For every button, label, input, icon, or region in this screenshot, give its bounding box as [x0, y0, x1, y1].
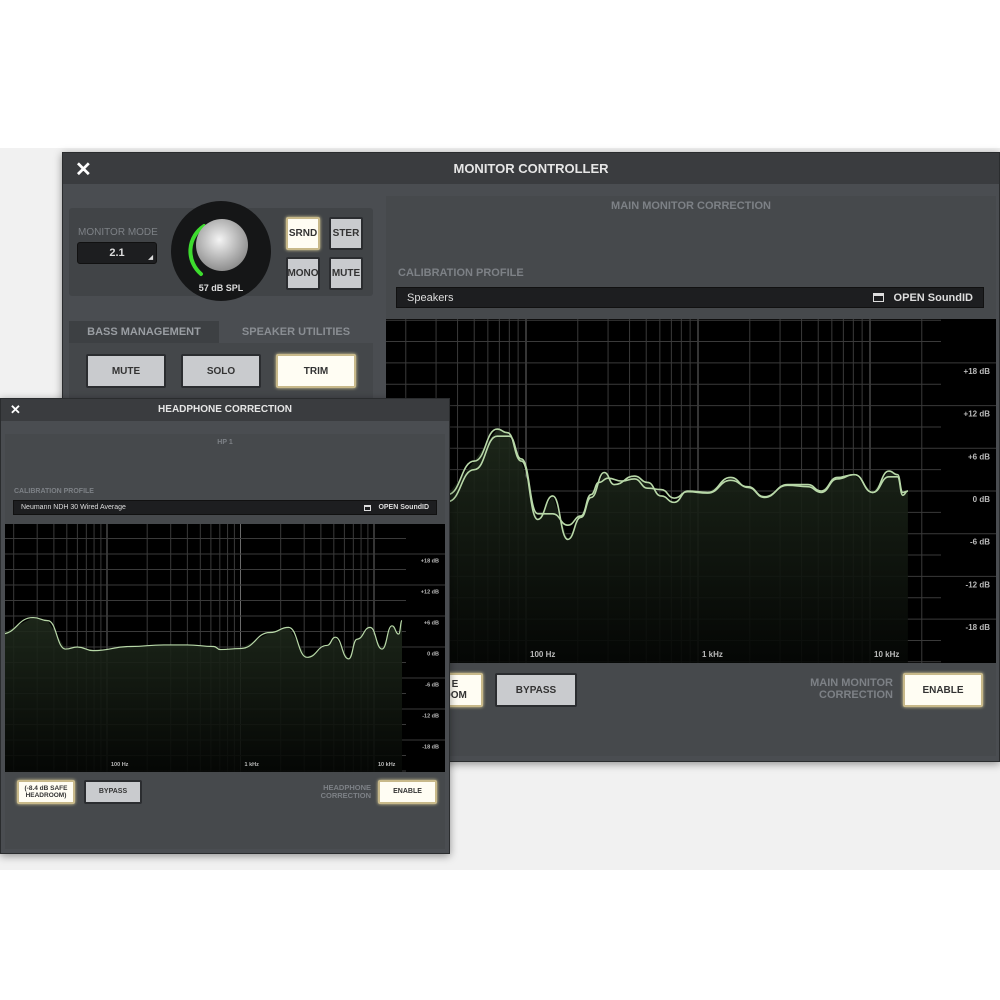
calibration-profile-value: Speakers	[407, 291, 454, 304]
srnd-button[interactable]: SRND	[286, 217, 320, 250]
y-tick-label: +6 dB	[968, 452, 990, 461]
y-tick-label: +18 dB	[421, 559, 439, 565]
hp-safe-headroom-button[interactable]: (-8.4 dB SAFE HEADROOM)	[17, 780, 75, 804]
y-tick-label: +6 dB	[424, 621, 439, 627]
open-soundid-button[interactable]: OPEN SoundID	[872, 291, 973, 304]
tab-speaker-utilities[interactable]: SPEAKER UTILITIES	[219, 321, 373, 343]
window-icon	[364, 504, 372, 511]
y-tick-label: 0 dB	[427, 652, 439, 658]
y-tick-label: -12 dB	[422, 714, 439, 720]
dropdown-corner-icon: ◢	[148, 255, 153, 261]
knob-cap	[196, 219, 248, 271]
hp-calibration-profile-label: CALIBRATION PROFILE	[14, 488, 94, 495]
open-soundid-label: OPEN SoundID	[893, 291, 973, 304]
knob-readout: 57 dB SPL	[198, 283, 244, 293]
y-tick-label: +12 dB	[421, 590, 439, 596]
hp-bypass-button[interactable]: BYPASS	[84, 780, 142, 804]
window-title: MONITOR CONTROLLER	[453, 161, 609, 176]
hp-calibration-profile-value: Neumann NDH 30 Wired Average	[21, 504, 126, 511]
hp-enable-button[interactable]: ENABLE	[378, 780, 437, 804]
hp-open-soundid-button[interactable]: OPEN SoundID	[364, 504, 429, 511]
x-tick-label: 1 kHz	[245, 762, 260, 768]
close-icon[interactable]: ✕	[10, 402, 21, 418]
x-tick-label: 100 Hz	[530, 650, 555, 659]
bass-mute-button[interactable]: MUTE	[86, 354, 166, 388]
calibration-profile-select[interactable]: Speakers OPEN SoundID	[396, 287, 984, 308]
close-icon[interactable]: ✕	[75, 157, 92, 182]
window-title: HEADPHONE CORRECTION	[158, 404, 292, 415]
y-tick-label: 0 dB	[973, 495, 991, 504]
hp-frequency-response-chart: +18 dB +12 dB +6 dB 0 dB -6 dB -12 dB -18 dB 10…	[5, 524, 445, 772]
main-correction-caption: MAIN MONITOR CORRECTION	[810, 677, 893, 701]
bass-solo-button[interactable]: SOLO	[181, 354, 261, 388]
bass-trim-button[interactable]: TRIM	[276, 354, 356, 388]
hp-calibration-profile-select[interactable]: Neumann NDH 30 Wired Average OPEN SoundI…	[13, 500, 437, 515]
hp-output-label: HP 1	[217, 439, 233, 446]
volume-knob[interactable]: 57 dB SPL	[171, 201, 271, 301]
x-tick-label: 100 Hz	[111, 762, 129, 768]
main-frequency-response-chart: +18 dB +12 dB +6 dB 0 dB -6 dB -12 dB -18 dB 10…	[386, 319, 996, 663]
y-tick-label: -6 dB	[970, 538, 990, 547]
mute-mode-button[interactable]: MUTE	[329, 257, 363, 290]
y-tick-label: +12 dB	[964, 410, 991, 419]
open-soundid-label: OPEN SoundID	[378, 504, 429, 511]
hp-correction-caption: HEADPHONE CORRECTION	[320, 783, 371, 800]
window-icon	[872, 293, 884, 302]
y-tick-label: -6 dB	[425, 683, 439, 689]
y-tick-label: +18 dB	[964, 367, 991, 376]
tab-bass-management[interactable]: BASS MANAGEMENT	[69, 321, 219, 343]
calibration-profile-label: CALIBRATION PROFILE	[398, 267, 524, 279]
y-tick-label: -12 dB	[966, 580, 991, 589]
y-tick-label: -18 dB	[966, 623, 991, 632]
monitor-mode-value: 2.1	[109, 247, 125, 259]
x-tick-label: 10 kHz	[874, 650, 899, 659]
main-correction-title: MAIN MONITOR CORRECTION	[611, 200, 771, 212]
main-enable-button[interactable]: ENABLE	[903, 673, 983, 707]
monitor-mode-label: MONITOR MODE	[78, 227, 158, 238]
x-tick-label: 10 kHz	[378, 762, 396, 768]
title-bar: HEADPHONE CORRECTION	[1, 399, 449, 421]
x-tick-label: 1 kHz	[702, 650, 723, 659]
main-bypass-button[interactable]: BYPASS	[495, 673, 577, 707]
ster-button[interactable]: STER	[329, 217, 363, 250]
title-bar: MONITOR CONTROLLER	[63, 153, 999, 184]
y-tick-label: -18 dB	[422, 745, 439, 751]
mono-button[interactable]: MONO	[286, 257, 320, 290]
headphone-correction-window: HEADPHONE CORRECTION ✕ HP 1 CALIBRATION …	[0, 398, 450, 854]
monitor-mode-select[interactable]: 2.1 ◢	[77, 242, 157, 264]
